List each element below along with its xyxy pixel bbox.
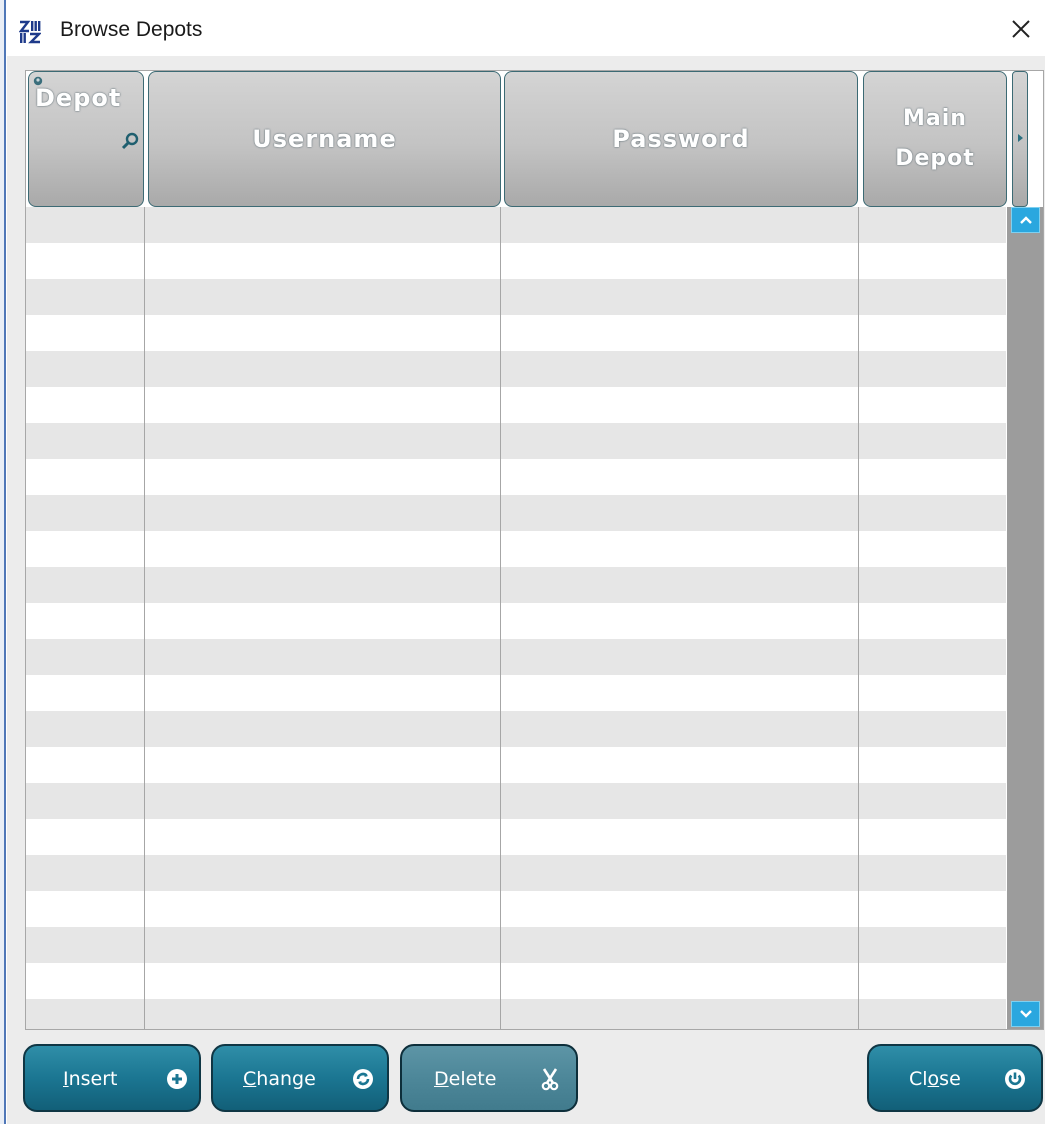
table-row[interactable] bbox=[26, 387, 1006, 423]
scissors-icon bbox=[541, 1068, 559, 1091]
column-divider bbox=[858, 207, 859, 1029]
table-row[interactable] bbox=[26, 819, 1006, 855]
close-window-icon[interactable] bbox=[1007, 15, 1035, 43]
table-row[interactable] bbox=[26, 603, 1006, 639]
table-row[interactable] bbox=[26, 567, 1006, 603]
table-row[interactable] bbox=[26, 855, 1006, 891]
column-header-main-depot[interactable]: Main Depot bbox=[863, 71, 1007, 207]
change-button[interactable]: Change bbox=[211, 1044, 389, 1112]
column-header-label: Depot bbox=[35, 84, 122, 112]
column-divider bbox=[500, 207, 501, 1029]
chevron-down-icon bbox=[1019, 1010, 1032, 1018]
plus-circle-icon bbox=[167, 1069, 187, 1089]
table-row[interactable] bbox=[26, 279, 1006, 315]
table-row[interactable] bbox=[26, 639, 1006, 675]
table-row[interactable] bbox=[26, 243, 1006, 279]
table-row[interactable] bbox=[26, 315, 1006, 351]
delete-button[interactable]: Delete bbox=[400, 1044, 578, 1112]
depots-table[interactable]: Depot Username Password Main Depot bbox=[25, 70, 1044, 1030]
column-header-password[interactable]: Password bbox=[504, 71, 858, 207]
window-title: Browse Depots bbox=[60, 18, 203, 41]
table-row[interactable] bbox=[26, 891, 1006, 927]
column-header-label: Main Depot bbox=[895, 106, 975, 171]
table-row[interactable] bbox=[26, 207, 1006, 243]
column-header-label: Username bbox=[252, 125, 397, 153]
table-row[interactable] bbox=[26, 927, 1006, 963]
column-header-label: Password bbox=[612, 125, 750, 153]
close-button-label: Close bbox=[909, 1068, 961, 1090]
insert-button[interactable]: Insert bbox=[23, 1044, 201, 1112]
vertical-scrollbar[interactable] bbox=[1007, 207, 1043, 1029]
power-icon bbox=[1005, 1069, 1025, 1089]
window-left-edge bbox=[0, 0, 6, 1124]
table-row[interactable] bbox=[26, 999, 1006, 1029]
table-row[interactable] bbox=[26, 675, 1006, 711]
sort-indicator-icon bbox=[33, 76, 43, 86]
table-row[interactable] bbox=[26, 747, 1006, 783]
scroll-down-button[interactable] bbox=[1011, 1001, 1040, 1027]
insert-button-label: Insert bbox=[63, 1068, 118, 1090]
search-icon[interactable] bbox=[121, 132, 139, 150]
more-columns-button[interactable] bbox=[1012, 71, 1028, 207]
table-row[interactable] bbox=[26, 495, 1006, 531]
table-row[interactable] bbox=[26, 423, 1006, 459]
delete-button-label: Delete bbox=[434, 1068, 497, 1090]
column-header-depot[interactable]: Depot bbox=[28, 71, 144, 207]
table-row[interactable] bbox=[26, 531, 1006, 567]
table-body[interactable] bbox=[26, 207, 1006, 1029]
window-client-area: Depot Username Password Main Depot Inser… bbox=[7, 56, 1045, 1124]
column-divider bbox=[144, 207, 145, 1029]
app-logo-icon bbox=[19, 20, 41, 44]
table-row[interactable] bbox=[26, 459, 1006, 495]
chevron-up-icon bbox=[1019, 216, 1032, 224]
column-header-username[interactable]: Username bbox=[148, 71, 501, 207]
table-row[interactable] bbox=[26, 711, 1006, 747]
title-bar: Browse Depots bbox=[7, 0, 1045, 56]
chevron-right-icon bbox=[1018, 134, 1023, 142]
table-row[interactable] bbox=[26, 351, 1006, 387]
scroll-up-button[interactable] bbox=[1011, 207, 1040, 233]
refresh-icon bbox=[353, 1069, 373, 1089]
table-row[interactable] bbox=[26, 783, 1006, 819]
change-button-label: Change bbox=[243, 1068, 316, 1090]
close-button[interactable]: Close bbox=[867, 1044, 1043, 1112]
table-row[interactable] bbox=[26, 963, 1006, 999]
